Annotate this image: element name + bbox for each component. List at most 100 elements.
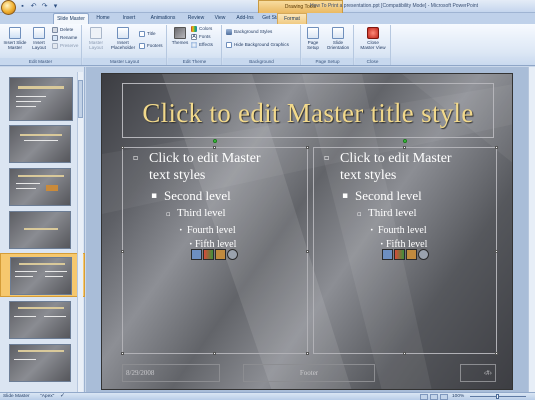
layout-thumbnail[interactable]	[9, 168, 71, 206]
insert-chart-icon[interactable]	[394, 249, 405, 260]
workspace-scrollbar[interactable]	[528, 67, 535, 392]
insert-media-icon[interactable]	[418, 249, 429, 260]
insert-smartart-icon[interactable]	[215, 249, 226, 260]
resize-handle[interactable]	[213, 146, 216, 149]
left-content-insert-icons	[191, 249, 241, 261]
resize-handle[interactable]	[403, 146, 406, 149]
slide-master-canvas[interactable]: Click to edit Master title style ▫ Click…	[101, 73, 513, 390]
layout-thumbnail[interactable]	[9, 211, 71, 249]
scrollbar-thumb[interactable]	[78, 80, 83, 118]
undo-icon[interactable]: ↶	[29, 2, 38, 11]
title-bar: ▪ ↶ ↷ ▾ Drawing Tools How To Print a pre…	[0, 0, 535, 13]
left-level4-text[interactable]: Fourth level	[187, 225, 236, 236]
edit-theme-label: Edit Theme	[168, 58, 221, 65]
right-level3-text[interactable]: Third level	[368, 207, 417, 219]
tab-animations[interactable]: Animations	[145, 13, 181, 24]
resize-handle[interactable]	[495, 146, 498, 149]
resize-handle[interactable]	[121, 146, 124, 149]
effects-icon	[191, 42, 197, 48]
checkbox-checked-icon	[139, 43, 145, 49]
status-bar: Slide Master "Apex" ✓ 100%	[0, 392, 535, 400]
slide-number-placeholder[interactable]: ‹#›	[460, 364, 496, 382]
ribbon-tabs: Slide Master Home Insert Animations Revi…	[0, 13, 535, 24]
footer-placeholder[interactable]: Footer	[243, 364, 375, 382]
insert-table-icon[interactable]	[382, 249, 393, 260]
slide-show-view-icon[interactable]	[440, 394, 448, 400]
customize-qat-icon[interactable]: ▾	[51, 2, 60, 11]
resize-handle[interactable]	[403, 352, 406, 355]
zoom-slider-thumb[interactable]	[496, 394, 499, 399]
layout-thumbnail[interactable]	[9, 301, 71, 339]
layout-thumbnail[interactable]	[9, 344, 71, 382]
tab-home[interactable]: Home	[92, 13, 114, 24]
title-placeholder[interactable]: Click to edit Master title style	[122, 83, 494, 138]
effects-dropdown[interactable]: Effects	[191, 42, 213, 48]
master-layout-button[interactable]: Master Layout	[85, 27, 107, 50]
zoom-level[interactable]: 100%	[452, 393, 464, 400]
level3-bullet-icon: ▫	[357, 210, 362, 218]
insert-table-icon[interactable]	[191, 249, 202, 260]
insert-layout-button[interactable]: Insert Layout	[28, 27, 50, 50]
date-placeholder[interactable]: 8/29/2008	[122, 364, 220, 382]
right-level2-text[interactable]: Second level	[355, 188, 422, 204]
insert-placeholder-icon	[117, 27, 129, 39]
level1-bullet-icon: ▫	[133, 153, 139, 162]
preserve-button[interactable]: Preserve	[52, 43, 78, 49]
left-level3-text[interactable]: Third level	[177, 207, 226, 219]
status-theme-name: "Apex"	[40, 394, 55, 399]
layout-thumbnail-selected[interactable]	[0, 253, 85, 297]
footers-checkbox[interactable]: Footers	[139, 43, 163, 49]
resize-handle[interactable]	[121, 352, 124, 355]
title-checkbox[interactable]: Title	[139, 31, 156, 37]
tab-insert[interactable]: Insert	[116, 13, 142, 24]
tab-review[interactable]: Review	[184, 13, 208, 24]
tab-slide-master[interactable]: Slide Master	[53, 13, 89, 24]
insert-smartart-icon[interactable]	[406, 249, 417, 260]
background-label: Background	[223, 58, 300, 65]
close-master-view-button[interactable]: Close Master View	[357, 27, 389, 50]
edit-master-label: Edit Master	[0, 58, 81, 65]
left-level2-text[interactable]: Second level	[164, 188, 231, 204]
resize-handle[interactable]	[213, 352, 216, 355]
hide-background-graphics-checkbox[interactable]: Hide Background Graphics	[226, 42, 289, 48]
level1-bullet-icon: ▫	[324, 153, 330, 162]
redo-icon[interactable]: ↷	[40, 2, 49, 11]
insert-placeholder-button[interactable]: Insert Placeholder	[108, 27, 138, 50]
master-title-text[interactable]: Click to edit Master title style	[123, 98, 493, 129]
normal-view-icon[interactable]	[420, 394, 428, 400]
insert-chart-icon[interactable]	[203, 249, 214, 260]
slide-sorter-view-icon[interactable]	[430, 394, 438, 400]
page-setup-group: Page Setup Slide Orientation Page Setup	[302, 25, 354, 65]
themes-button[interactable]: Themes	[170, 27, 190, 45]
master-thumbnail[interactable]	[9, 77, 73, 121]
insert-media-icon[interactable]	[227, 249, 238, 260]
background-styles-dropdown[interactable]: Background Styles	[226, 29, 272, 35]
resize-handle[interactable]	[121, 250, 124, 253]
rotation-handle[interactable]	[403, 139, 407, 143]
spellcheck-icon[interactable]: ✓	[60, 393, 65, 400]
layout-thumbnail[interactable]	[9, 125, 71, 163]
rotation-handle[interactable]	[213, 139, 217, 143]
left-level1-text[interactable]: Click to edit Master text styles	[149, 150, 261, 184]
save-icon[interactable]: ▪	[18, 2, 27, 11]
tab-view[interactable]: View	[210, 13, 230, 24]
fonts-dropdown[interactable]: A Fonts	[191, 34, 211, 40]
resize-handle[interactable]	[306, 352, 309, 355]
resize-handle[interactable]	[495, 352, 498, 355]
right-level1-text[interactable]: Click to edit Master text styles	[340, 150, 452, 184]
slide-orientation-button[interactable]: Slide Orientation	[324, 27, 352, 50]
tab-add-ins[interactable]: Add-Ins	[232, 13, 258, 24]
right-level4-text[interactable]: Fourth level	[378, 225, 427, 236]
page-setup-label: Page Setup	[302, 58, 353, 65]
page-setup-button[interactable]: Page Setup	[303, 27, 323, 50]
tab-format[interactable]: Format	[277, 13, 307, 24]
rename-button[interactable]: Rename	[52, 35, 77, 41]
thumbnail-scrollbar[interactable]	[77, 72, 83, 392]
resize-handle[interactable]	[306, 250, 309, 253]
colors-dropdown[interactable]: Colors	[191, 26, 212, 32]
delete-button[interactable]: Delete	[52, 27, 73, 33]
resize-handle[interactable]	[306, 146, 309, 149]
insert-slide-master-button[interactable]: Insert Slide Master	[2, 27, 28, 50]
resize-handle[interactable]	[495, 250, 498, 253]
office-button[interactable]	[1, 0, 16, 15]
